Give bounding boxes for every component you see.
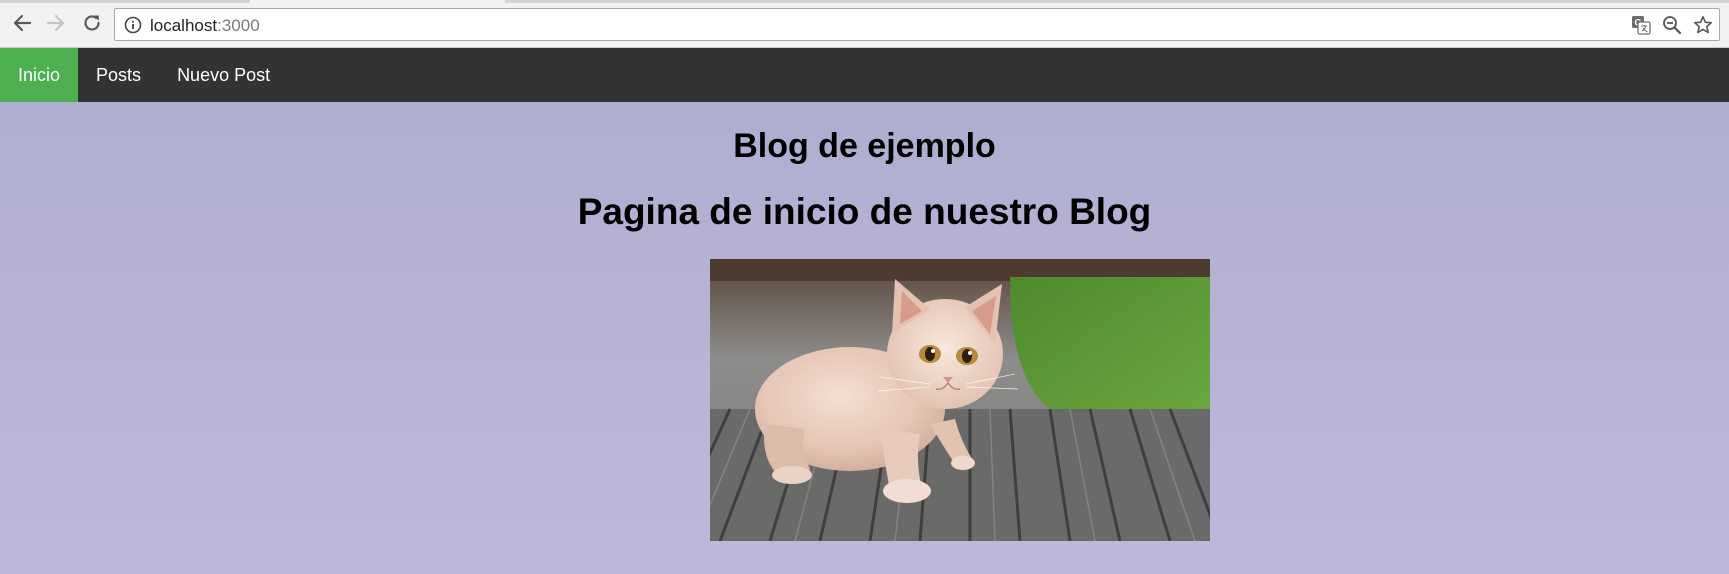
star-icon[interactable] [1693,15,1713,35]
nav-item-nuevo-post[interactable]: Nuevo Post [159,48,288,102]
info-icon[interactable] [124,16,142,34]
nav-item-posts[interactable]: Posts [78,48,159,102]
url-text[interactable]: localhost:3000 [150,16,260,36]
page-subtitle: Pagina de inicio de nuestro Blog [577,191,1152,232]
kitten-image [710,259,1210,541]
back-arrow-icon[interactable] [10,11,34,35]
forward-arrow-icon[interactable] [44,11,68,35]
active-tab-edge[interactable] [250,0,505,3]
page-content: Blog de ejemplo Pagina de inicio de nues… [0,102,1729,574]
zoom-out-icon[interactable] [1662,15,1682,35]
nav-item-inicio[interactable]: Inicio [0,48,79,102]
address-bar[interactable]: localhost:3000 G [114,8,1720,41]
browser-toolbar: localhost:3000 G [0,0,1729,48]
translate-icon[interactable]: G [1631,15,1651,35]
site-navbar: Inicio Posts Nuevo Post [0,48,1729,102]
url-host: localhost [150,16,218,35]
reload-icon[interactable] [80,11,104,35]
page-title: Blog de ejemplo [733,127,996,165]
url-port: :3000 [217,16,260,35]
